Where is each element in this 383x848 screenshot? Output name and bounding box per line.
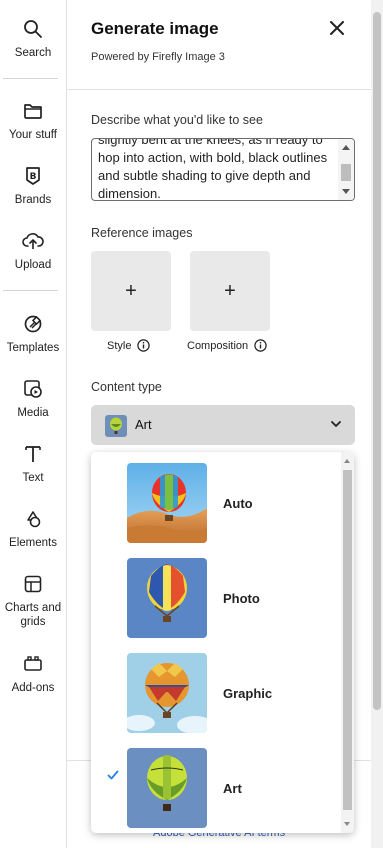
add-ons-icon	[22, 653, 44, 675]
content-type-label: Content type	[91, 380, 162, 394]
rail-item-label: Templates	[6, 342, 60, 354]
dropdown-scroll-thumb[interactable]	[343, 470, 352, 810]
composition-caption: Composition	[187, 339, 267, 352]
panel-scrollbar[interactable]	[371, 0, 383, 848]
art-balloon-thumbnail	[105, 415, 127, 437]
photo-balloon-image	[127, 558, 207, 638]
scroll-thumb[interactable]	[341, 164, 351, 181]
charts-grids-icon	[22, 573, 44, 595]
rail-item-add-ons[interactable]: Add-ons	[0, 653, 66, 695]
elements-icon	[22, 508, 44, 530]
rail-item-label: Your stuff	[9, 129, 57, 141]
content-type-select[interactable]: Art	[91, 405, 355, 445]
scroll-up-arrow-icon[interactable]	[342, 145, 350, 150]
rail-item-charts-grids[interactable]: Charts and grids	[0, 573, 66, 629]
scroll-down-arrow-icon[interactable]	[342, 189, 350, 194]
content-type-option-photo[interactable]: Photo	[91, 548, 341, 643]
plus-icon: +	[224, 279, 236, 302]
style-caption-label: Style	[107, 339, 132, 352]
prompt-textarea[interactable]: slightly bent at the knees, as if ready …	[91, 138, 355, 201]
rail-item-label: Upload	[14, 259, 52, 271]
templates-icon	[22, 313, 44, 335]
content-type-option-art[interactable]: Art	[91, 738, 341, 833]
upload-cloud-icon	[22, 230, 44, 252]
style-reference-tile[interactable]: +	[91, 251, 171, 331]
panel-subtitle: Powered by Firefly Image 3	[91, 51, 225, 63]
checkmark-icon	[107, 768, 119, 780]
option-label: Graphic	[223, 686, 273, 701]
text-icon	[22, 443, 44, 465]
rail-item-templates[interactable]: Templates	[0, 313, 66, 355]
scroll-down-arrow-icon[interactable]	[344, 822, 350, 826]
scroll-up-arrow-icon[interactable]	[344, 459, 350, 463]
chevron-down-icon	[329, 417, 343, 431]
search-icon	[22, 18, 44, 40]
rail-item-brands[interactable]: B Brands	[0, 165, 66, 207]
prompt-label: Describe what you'd like to see	[91, 113, 263, 127]
option-label: Auto	[223, 496, 253, 511]
art-balloon-image	[127, 748, 207, 828]
rail-divider	[3, 290, 58, 291]
prompt-text: slightly bent at the knees, as if ready …	[98, 138, 328, 201]
left-rail: Search Your stuff B Brands Upload Templa…	[0, 0, 67, 848]
style-caption: Style	[107, 339, 151, 352]
composition-caption-label: Composition	[187, 339, 249, 352]
plus-icon: +	[125, 279, 137, 302]
content-type-value: Art	[135, 417, 152, 432]
rail-divider	[3, 78, 58, 79]
content-type-option-graphic[interactable]: Graphic	[91, 643, 341, 738]
dropdown-scrollbar[interactable]	[341, 452, 354, 833]
composition-reference-tile[interactable]: +	[190, 251, 270, 331]
rail-item-label: Elements	[9, 537, 57, 549]
panel-title: Generate image	[91, 19, 219, 38]
panel-scroll-thumb[interactable]	[373, 12, 381, 710]
rail-item-upload[interactable]: Upload	[0, 230, 66, 272]
brand-icon: B	[22, 165, 44, 187]
close-button[interactable]	[326, 19, 348, 41]
auto-balloon-image	[127, 463, 207, 543]
content-type-option-auto[interactable]: Auto	[91, 453, 341, 548]
info-icon[interactable]	[254, 339, 267, 352]
option-label: Art	[223, 781, 242, 796]
close-icon	[330, 20, 344, 40]
folder-icon	[22, 100, 44, 122]
header-divider	[67, 89, 371, 90]
rail-item-label: Add-ons	[11, 682, 55, 694]
rail-item-search[interactable]: Search	[0, 18, 66, 60]
rail-item-label: Charts and grids	[4, 602, 62, 628]
graphic-balloon-image	[127, 653, 207, 733]
rail-item-text[interactable]: Text	[0, 443, 66, 485]
rail-item-label: Media	[17, 407, 49, 419]
info-icon[interactable]	[137, 339, 151, 352]
rail-item-label: Search	[14, 47, 52, 59]
prompt-scrollbar[interactable]	[338, 139, 354, 200]
rail-item-label: Brands	[14, 194, 52, 206]
rail-item-your-stuff[interactable]: Your stuff	[0, 100, 66, 142]
content-type-dropdown: Auto Photo Graphic Art	[91, 452, 354, 833]
svg-text:B: B	[30, 172, 37, 182]
media-icon	[22, 378, 44, 400]
rail-item-label: Text	[22, 472, 44, 484]
reference-images-label: Reference images	[91, 226, 193, 240]
option-label: Photo	[223, 591, 260, 606]
rail-item-media[interactable]: Media	[0, 378, 66, 420]
rail-item-elements[interactable]: Elements	[0, 508, 66, 550]
